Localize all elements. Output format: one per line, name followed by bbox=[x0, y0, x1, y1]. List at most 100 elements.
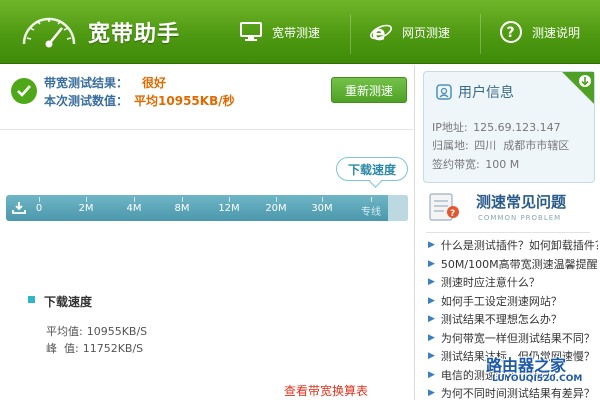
peak-label: 峰 值: bbox=[46, 342, 79, 355]
scale-tick-label: 2M bbox=[78, 203, 94, 214]
scale-tick-label: 20M bbox=[265, 203, 287, 214]
question-icon: ? bbox=[498, 19, 524, 45]
svg-text:?: ? bbox=[507, 25, 515, 41]
average-label: 平均值: bbox=[46, 325, 83, 338]
nav-help-label: 测速说明 bbox=[532, 25, 581, 40]
user-info-title-text: 用户信息 bbox=[458, 85, 514, 101]
nav-divider bbox=[480, 14, 481, 54]
peak-value: 11752KB/S bbox=[82, 342, 144, 355]
faq-item-text: 如何手工设定测速网站？ bbox=[440, 294, 562, 308]
result-speed-line: 本次测试数值： 平均10955KB/秒 bbox=[44, 92, 235, 109]
faq-item-text: 测试结果达标，但仍觉网速慢？ bbox=[440, 350, 595, 364]
faq-item-text: 电信的测速结果可信吗？ bbox=[440, 368, 562, 382]
nav-web-speedtest[interactable]: e 网页测速 bbox=[368, 0, 468, 64]
speed-label: 本次测试数值： bbox=[44, 94, 129, 108]
arrow-right-icon: ▶ bbox=[428, 351, 435, 362]
faq-item-text: 为何不同时间测试结果有差异？ bbox=[440, 387, 595, 400]
ie-browser-icon: e bbox=[368, 19, 394, 45]
bandwidth-label: 签约带宽: bbox=[432, 158, 480, 171]
faq-item[interactable]: ▶ 什么是测试插件？如何卸载插件？ bbox=[428, 236, 598, 255]
arrow-right-icon: ▶ bbox=[428, 240, 435, 251]
peak-speed-row: 峰 值: 11752KB/S bbox=[46, 340, 143, 356]
scale-tick-mark bbox=[39, 197, 40, 202]
scale-tick-mark bbox=[276, 197, 277, 202]
arrow-right-icon: ▶ bbox=[428, 369, 435, 380]
faq-item-text: 什么是测试插件？如何卸载插件？ bbox=[440, 239, 598, 253]
scale-tick-label: 30M bbox=[311, 203, 333, 214]
scale-tick-label: 12M bbox=[218, 203, 240, 214]
check-icon bbox=[11, 78, 37, 104]
download-title-text: 下载速度 bbox=[44, 295, 93, 309]
scale-tick-mark bbox=[182, 197, 183, 202]
scale-tick-mark bbox=[371, 197, 372, 202]
ip-address-row: IP地址: 125.69.123.147 bbox=[432, 119, 561, 135]
faq-item[interactable]: ▶ 50M/100M高带宽测速温馨提醒 bbox=[428, 255, 598, 274]
faq-item[interactable]: ▶ 测试结果达标，但仍觉网速慢？ bbox=[428, 347, 598, 366]
result-label: 带宽测试结果： bbox=[44, 76, 129, 90]
faq-item-text: 测试结果不理想怎么办？ bbox=[440, 313, 562, 327]
nav-divider bbox=[350, 14, 351, 54]
faq-item[interactable]: ▶ 为何带宽一样但测试结果不同？ bbox=[428, 329, 598, 348]
faq-item[interactable]: ▶ 测速时应注意什么？ bbox=[428, 273, 598, 292]
scale-tick-label: 0 bbox=[35, 203, 43, 214]
faq-item-text: 测速时应注意什么？ bbox=[440, 276, 540, 290]
arrow-right-icon: ▶ bbox=[428, 332, 435, 343]
scale-tick-mark bbox=[86, 197, 87, 202]
scale-tick-mark bbox=[134, 197, 135, 202]
region-row: 归属地: 四川 成都市市辖区 bbox=[432, 137, 569, 153]
download-icon bbox=[12, 202, 26, 214]
retest-button[interactable]: 重新测速 bbox=[331, 77, 407, 103]
scale-tick-label: 专线 bbox=[361, 207, 381, 218]
arrow-right-icon: ▶ bbox=[428, 258, 435, 269]
user-info-card: 用户信息 IP地址: 125.69.123.147 归属地: 四川 成都市市辖区… bbox=[423, 71, 595, 183]
header-bar: 宽带助手 宽带测速 e 网页测速 ? 测速说明 bbox=[0, 0, 600, 64]
faq-item[interactable]: ▶ 测试结果不理想怎么办？ bbox=[428, 310, 598, 329]
scale-tail bbox=[388, 195, 408, 221]
faq-item-text: 50M/100M高带宽测速温馨提醒 bbox=[440, 257, 598, 271]
contract-bandwidth-row: 签约带宽: 100 M bbox=[432, 156, 519, 172]
faq-item[interactable]: ▶ 为何不同时间测试结果有差异？ bbox=[428, 384, 598, 400]
bandwidth-value: 100 M bbox=[485, 158, 520, 171]
svg-text:?: ? bbox=[450, 209, 455, 219]
monitor-icon bbox=[238, 19, 264, 45]
collapse-corner-icon[interactable] bbox=[562, 72, 594, 104]
ip-label: IP地址: bbox=[432, 121, 468, 134]
scale-tick-mark bbox=[229, 197, 230, 202]
faq-divider bbox=[426, 232, 590, 233]
region-value: 四川 成都市市辖区 bbox=[474, 139, 570, 152]
faq-document-icon: ? bbox=[429, 193, 459, 221]
faq-header: ? 测速常见问题 COMMON PROBLEM bbox=[428, 188, 600, 228]
average-speed-row: 平均值: 10955KB/S bbox=[46, 323, 147, 339]
nav-broadband-label: 宽带测速 bbox=[272, 25, 321, 40]
scale-tick-mark bbox=[322, 197, 323, 202]
result-value: 很好 bbox=[142, 76, 167, 90]
svg-text:e: e bbox=[372, 21, 386, 44]
ip-value: 125.69.123.147 bbox=[473, 121, 561, 134]
faq-item[interactable]: ▶ 电信的测速结果可信吗？ bbox=[428, 366, 598, 385]
nav-web-label: 网页测速 bbox=[402, 25, 451, 40]
nav-broadband-speedtest[interactable]: 宽带测速 bbox=[238, 0, 338, 64]
arrow-right-icon: ▶ bbox=[428, 314, 435, 325]
app-title: 宽带助手 bbox=[88, 22, 181, 47]
user-info-title: 用户信息 bbox=[436, 82, 514, 102]
download-speed-bubble: 下载速度 bbox=[336, 157, 408, 181]
speed-scale-bar: 0 2M 4M 8M 12M 20M 30M 专线 bbox=[6, 195, 408, 221]
faq-list: ▶ 什么是测试插件？如何卸载插件？ ▶ 50M/100M高带宽测速温馨提醒 ▶ 测速时应注… bbox=[428, 236, 598, 400]
bandwidth-conversion-link[interactable]: 查看带宽换算表 bbox=[284, 382, 368, 399]
nav-speedtest-help[interactable]: ? 测速说明 bbox=[498, 0, 598, 64]
faq-title: 测速常见问题 bbox=[476, 193, 567, 211]
region-label: 归属地: bbox=[432, 139, 469, 152]
scale-tick-label: 4M bbox=[126, 203, 142, 214]
broadband-assistant-window: 宽带助手 宽带测速 e 网页测速 ? 测速说明 带宽测试结果： 很好 本次测试数… bbox=[0, 0, 600, 400]
average-value: 10955KB/S bbox=[86, 325, 148, 338]
user-info-icon bbox=[436, 84, 452, 100]
faq-item[interactable]: ▶ 如何手工设定测速网站？ bbox=[428, 292, 598, 311]
result-quality-line: 带宽测试结果： 很好 bbox=[44, 74, 166, 91]
speedometer-logo-icon bbox=[22, 17, 76, 48]
scale-tick-label: 8M bbox=[174, 203, 190, 214]
arrow-right-icon: ▶ bbox=[428, 388, 435, 399]
faq-subtitle: COMMON PROBLEM bbox=[478, 214, 562, 222]
arrow-right-icon: ▶ bbox=[428, 277, 435, 288]
speed-value: 平均10955KB/秒 bbox=[134, 94, 235, 108]
faq-item-text: 为何带宽一样但测试结果不同？ bbox=[440, 331, 595, 345]
